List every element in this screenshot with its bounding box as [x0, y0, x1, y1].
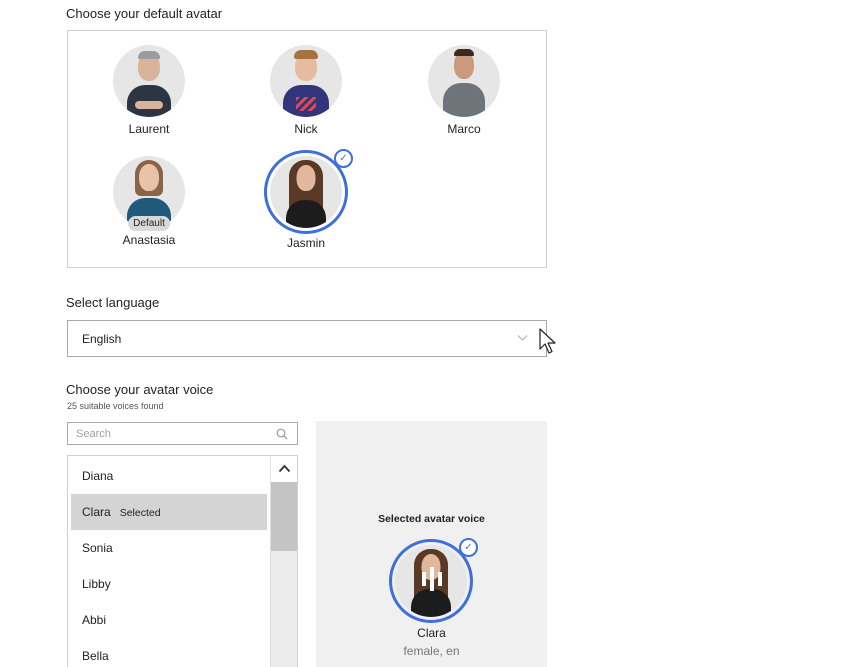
avatar-photo: [428, 45, 500, 117]
voice-name: Diana: [82, 469, 114, 483]
selected-voice-panel: Selected avatar voice ✓ Clara female, en: [316, 421, 547, 667]
voice-name: Abbi: [82, 613, 107, 627]
voice-list-scrollbar[interactable]: [270, 456, 297, 667]
voice-item-sonia[interactable]: Sonia: [68, 530, 269, 566]
pause-icon[interactable]: [421, 567, 442, 591]
selected-voice-heading: Selected avatar voice: [378, 513, 485, 525]
voice-name: Libby: [82, 577, 111, 591]
avatar-photo: [270, 45, 342, 117]
selected-tag: Selected: [119, 507, 161, 519]
selected-voice-name: Clara: [417, 626, 446, 640]
check-icon: ✓: [459, 538, 478, 557]
avatar-option-nick[interactable]: Nick: [251, 45, 361, 136]
voices-found-count: 25 suitable voices found: [67, 401, 164, 411]
voice-item-diana[interactable]: Diana: [68, 458, 269, 494]
voice-item-clara[interactable]: Clara Selected: [71, 494, 267, 530]
avatar-name: Nick: [294, 122, 318, 136]
scroll-up-button[interactable]: [271, 456, 297, 482]
avatar-option-jasmin[interactable]: ✓ Jasmin: [251, 149, 361, 250]
selected-voice-avatar[interactable]: ✓: [389, 538, 478, 623]
voice-section-title: Choose your avatar voice: [66, 382, 214, 397]
voice-search: [67, 422, 298, 445]
voice-item-abbi[interactable]: Abbi: [68, 602, 269, 638]
search-icon: [276, 428, 288, 440]
language-section-title: Select language: [66, 295, 160, 310]
selected-ring: ✓: [264, 149, 353, 234]
avatar-option-laurent[interactable]: Laurent: [94, 45, 204, 136]
language-select[interactable]: English: [67, 320, 547, 357]
voice-item-bella[interactable]: Bella: [68, 638, 269, 667]
language-selected-value: English: [82, 332, 122, 346]
voice-item-libby[interactable]: Libby: [68, 566, 269, 602]
avatar-option-anastasia[interactable]: Default Anastasia: [94, 156, 204, 247]
avatar-name: Laurent: [128, 122, 170, 136]
scrollbar-thumb[interactable]: [271, 482, 297, 551]
voice-name: Sonia: [82, 541, 113, 555]
avatar-name: Anastasia: [122, 233, 176, 247]
search-input[interactable]: [68, 423, 268, 444]
selected-voice-meta: female, en: [403, 644, 460, 658]
avatar-photo: [113, 45, 185, 117]
voice-name: Bella: [82, 649, 109, 663]
chevron-down-icon: [517, 330, 528, 345]
avatar-grid: Laurent Nick Marco Default Anastasia ✓ J…: [67, 30, 547, 268]
voice-list: Diana Clara Selected Sonia Libby Abbi Bel…: [67, 455, 298, 667]
mouse-cursor-icon: [539, 328, 556, 354]
avatar-photo: [395, 545, 467, 617]
chevron-up-icon: [278, 464, 291, 473]
avatar-option-marco[interactable]: Marco: [409, 45, 519, 136]
default-badge: Default: [128, 216, 170, 231]
avatar-name: Jasmin: [286, 236, 325, 250]
check-icon: ✓: [334, 149, 353, 168]
avatar-section-title: Choose your default avatar: [66, 6, 223, 21]
avatar-name: Marco: [447, 122, 481, 136]
voice-name: Clara: [82, 505, 111, 519]
avatar-photo: [270, 156, 342, 228]
